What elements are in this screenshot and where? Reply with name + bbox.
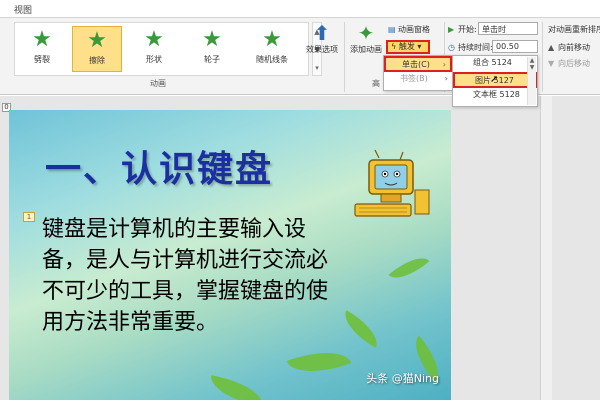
star-icon: ★ [144,27,164,52]
animation-random-bars[interactable]: ★ 随机线条 [247,26,297,72]
reorder-title: 对动画重新排序 [548,25,600,34]
animation-shape[interactable]: ★ 形状 [129,26,179,72]
add-animation-button[interactable]: ✦ 添加动画 [346,22,386,55]
duration-label: ◷ 持续时间: [448,43,493,52]
ribbon-separator [344,22,345,92]
effect-options-button[interactable]: ⬆ 效果选项 [300,22,344,55]
chevron-right-icon: › [442,60,446,69]
menu-item-on-click[interactable]: 单击(C) › [384,56,452,72]
animation-order-marker[interactable]: 1 [23,212,35,222]
leaf-decoration [337,310,385,348]
submenu-item-textbox[interactable]: 文本框 5128 [453,88,537,104]
slide-title[interactable]: 一、认识键盘 [45,140,273,192]
duration-input[interactable]: 00.50 [492,40,538,53]
watermark: 头条 @猫Ning [366,372,439,385]
animation-split[interactable]: ★ 劈裂 [17,26,67,72]
computer-cartoon-image[interactable] [345,146,435,226]
triangle-down-icon: ▼ [548,59,555,68]
group-label-advanced: 高 [372,79,380,88]
play-icon: ▶ [448,25,455,34]
gallery-more-icon[interactable]: ▾ [313,59,321,77]
move-earlier-button[interactable]: ▲ 向前移动 [548,42,590,53]
animation-gallery: ★ 劈裂 ★ 擦除 ★ 形状 ★ 轮子 ★ 随机线条 [14,22,309,76]
animation-wheel[interactable]: ★ 轮子 [187,26,237,72]
mouse-cursor-icon: ➚ [490,74,499,85]
group-label-animation: 动画 [150,79,166,88]
slide-canvas[interactable]: 一、认识键盘 1 键盘是计算机的主要输入设备，是人与计算机进行交流必不可少的工具… [9,110,451,400]
vertical-scrollbar[interactable] [540,96,552,400]
submenu-item-group[interactable]: 组合 5124 [453,56,537,72]
animation-wipe[interactable]: ★ 擦除 [72,26,122,72]
trigger-button[interactable]: ϟ 触发 ▾ [386,40,430,54]
start-label: ▶ 开始: [448,25,477,34]
tab-view[interactable]: 视图 [14,3,32,16]
ribbon-tab-strip: 视图 [0,0,600,18]
slide-body-text[interactable]: 键盘是计算机的主要输入设备，是人与计算机进行交流必不可少的工具，掌握键盘的使用方… [42,214,342,338]
menu-item-bookmark[interactable]: 书签(B) › [384,72,452,88]
leaf-decoration [286,340,352,384]
start-select[interactable]: 单击时 [478,22,538,35]
add-star-icon: ✦ [357,21,375,45]
star-icon: ★ [32,27,52,52]
star-icon: ★ [87,28,107,53]
chevron-down-icon: ▾ [417,42,422,51]
trigger-menu: 单击(C) › 书签(B) › [383,55,453,91]
star-icon: ★ [262,27,282,52]
ribbon-separator [542,22,543,92]
leaf-decoration [207,375,267,400]
pane-icon: ▤ [388,25,396,34]
up-arrow-icon: ⬆ [313,21,331,45]
animation-pane-button[interactable]: ▤ 动画窗格 [388,24,430,35]
star-icon: ★ [202,27,222,52]
lightning-icon: ϟ [391,42,397,51]
clock-icon: ◷ [448,43,455,52]
chevron-right-icon: › [444,74,448,83]
move-later-button[interactable]: ▼ 向后移动 [548,58,590,69]
leaf-decoration [388,249,430,287]
submenu-scrollbar[interactable]: ▲ ▼ [527,57,536,105]
triangle-up-icon: ▲ [548,43,555,52]
